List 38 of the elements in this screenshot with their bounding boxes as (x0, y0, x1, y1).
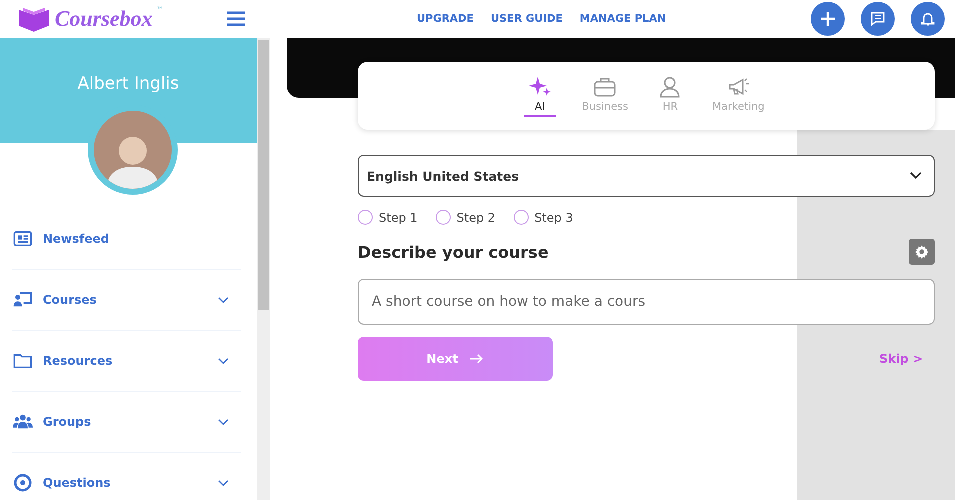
sidebar-item[interactable]: Newsfeed (12, 209, 241, 270)
nav-link[interactable]: MANAGE PLAN (580, 13, 666, 25)
chevron-down-icon (218, 480, 229, 486)
logo-text: Coursebox (55, 6, 153, 32)
step-radio[interactable]: Step 2 (436, 210, 496, 225)
skip-link[interactable]: Skip > (879, 352, 923, 366)
step-radio[interactable]: Step 3 (514, 210, 574, 225)
gear-icon (915, 245, 929, 259)
language-select[interactable]: English United States (358, 155, 935, 197)
course-description-field[interactable]: A short course on how to make a cours (358, 279, 935, 325)
scrollbar-thumb[interactable] (258, 40, 269, 310)
sidebar-item[interactable]: Groups (12, 392, 241, 453)
chat-button[interactable] (861, 2, 895, 36)
sidebar-item[interactable]: Courses (12, 270, 241, 331)
section-heading: Describe your course (358, 242, 549, 262)
category-tab[interactable]: AI (524, 75, 556, 117)
arrow-right-icon (470, 354, 484, 364)
nav-link[interactable]: USER GUIDE (490, 13, 563, 25)
book-logo-icon (17, 6, 51, 32)
settings-button[interactable] (909, 239, 935, 265)
bell-icon (920, 11, 936, 27)
plus-icon (820, 11, 836, 27)
chevron-down-icon (218, 418, 229, 426)
sidebar-item[interactable]: Questions (12, 453, 241, 500)
nav-link[interactable]: UPGRADE (417, 13, 474, 25)
user-name: Albert Inglis (78, 74, 180, 94)
next-button[interactable]: Next (358, 337, 553, 381)
chevron-down-icon (910, 172, 922, 180)
person-icon (658, 75, 682, 99)
chat-icon (870, 11, 886, 27)
step-radio[interactable]: Step 1 (358, 210, 418, 225)
chevron-down-icon (218, 296, 229, 304)
menu-icon[interactable] (227, 11, 245, 27)
newspaper-icon (12, 229, 34, 249)
bell-button[interactable] (911, 2, 945, 36)
add-button[interactable] (811, 2, 845, 36)
chevron-down-icon (218, 358, 229, 364)
sidebar-item[interactable]: Resources (12, 331, 241, 392)
